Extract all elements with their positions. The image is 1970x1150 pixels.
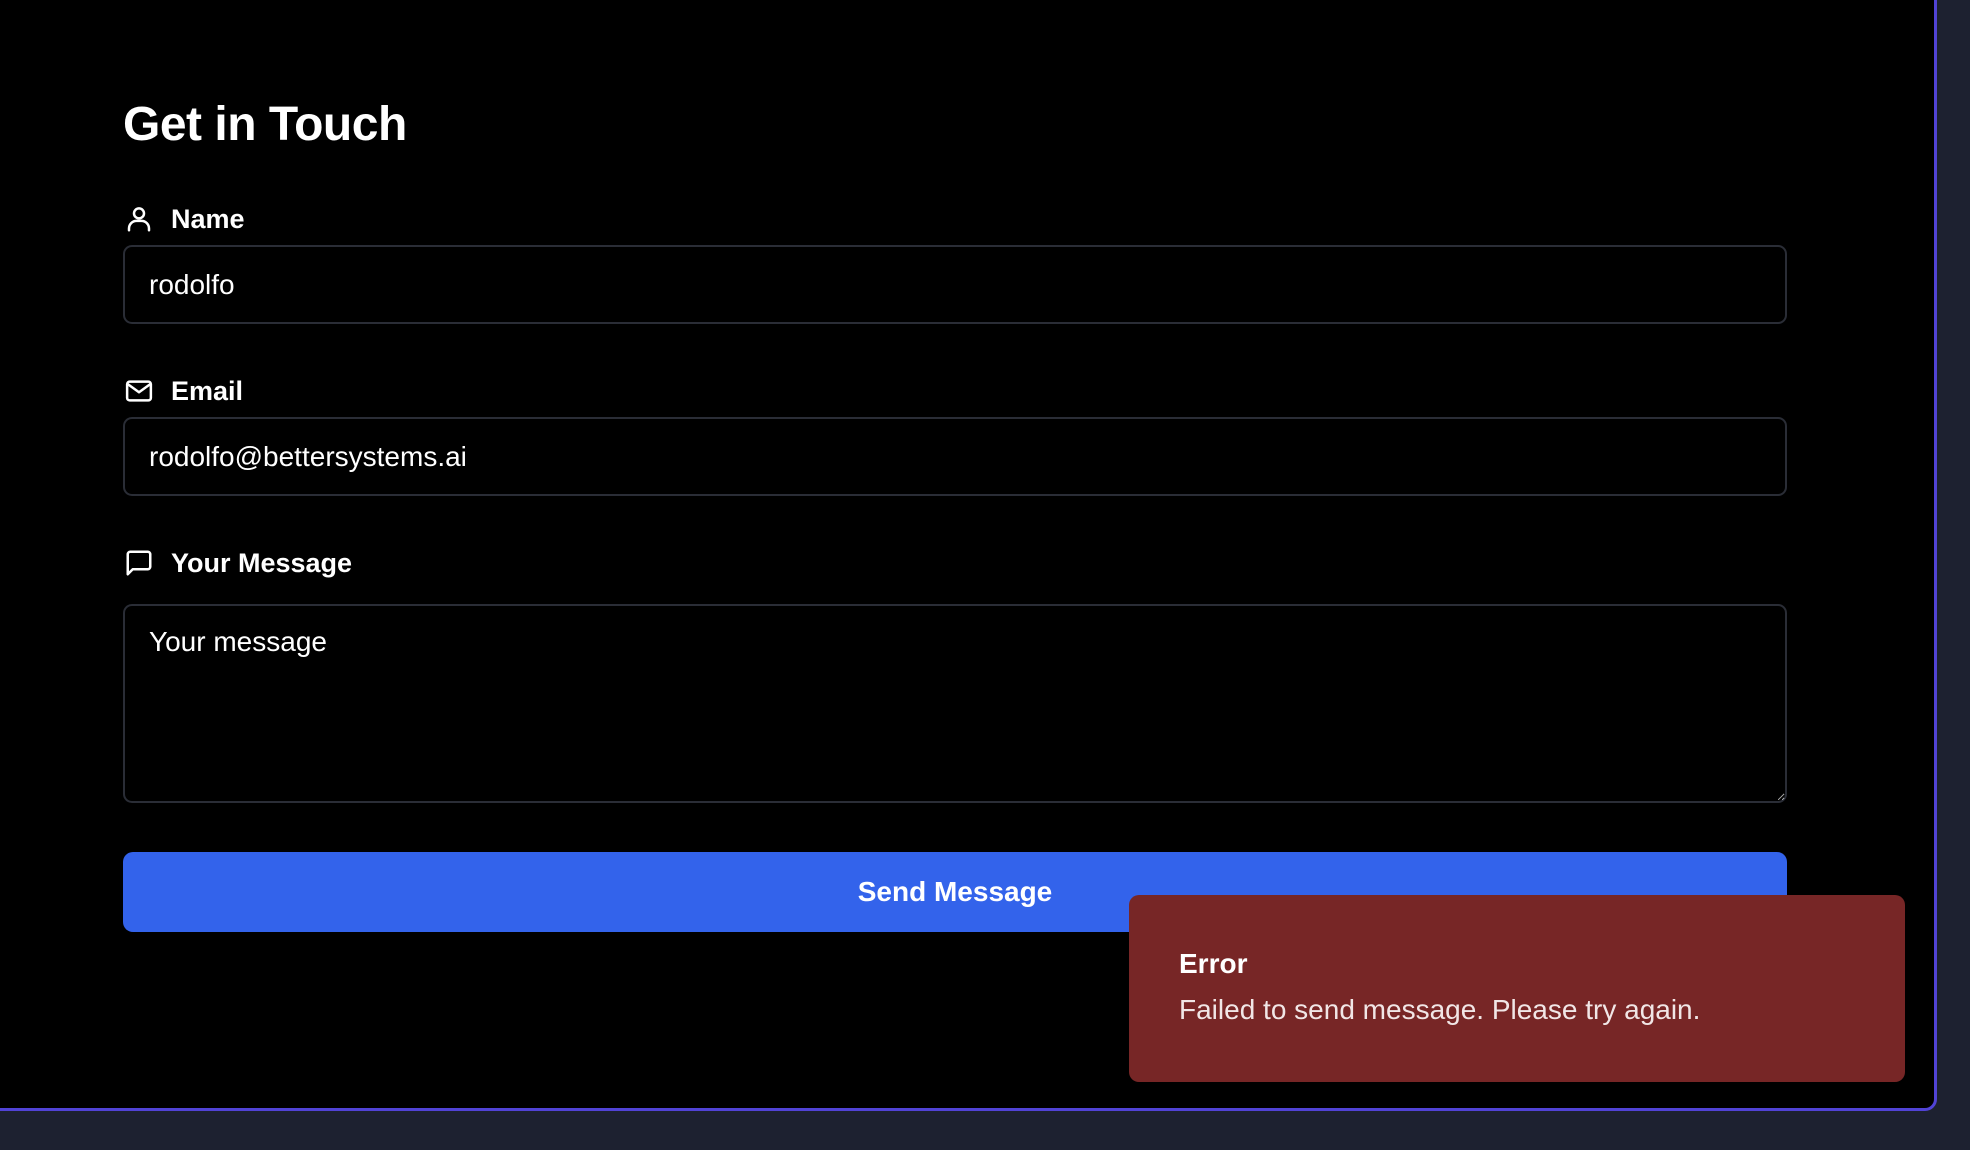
message-textarea[interactable] xyxy=(123,604,1787,803)
mail-icon xyxy=(123,375,155,407)
message-label: Your Message xyxy=(123,546,352,580)
toast-message: Failed to send message. Please try again… xyxy=(1179,994,1701,1025)
error-toast[interactable]: Error Failed to send message. Please try… xyxy=(1129,895,1905,1082)
user-icon xyxy=(123,203,155,235)
name-label-text: Name xyxy=(171,203,245,234)
name-label: Name xyxy=(123,202,245,236)
toast-title: Error xyxy=(1179,948,1248,979)
name-input[interactable] xyxy=(123,245,1787,324)
message-square-icon xyxy=(123,547,155,579)
message-label-text: Your Message xyxy=(171,547,353,578)
email-input[interactable] xyxy=(123,417,1787,496)
email-label-text: Email xyxy=(171,375,244,406)
page-title: Get in Touch xyxy=(123,98,407,151)
email-label: Email xyxy=(123,374,243,408)
